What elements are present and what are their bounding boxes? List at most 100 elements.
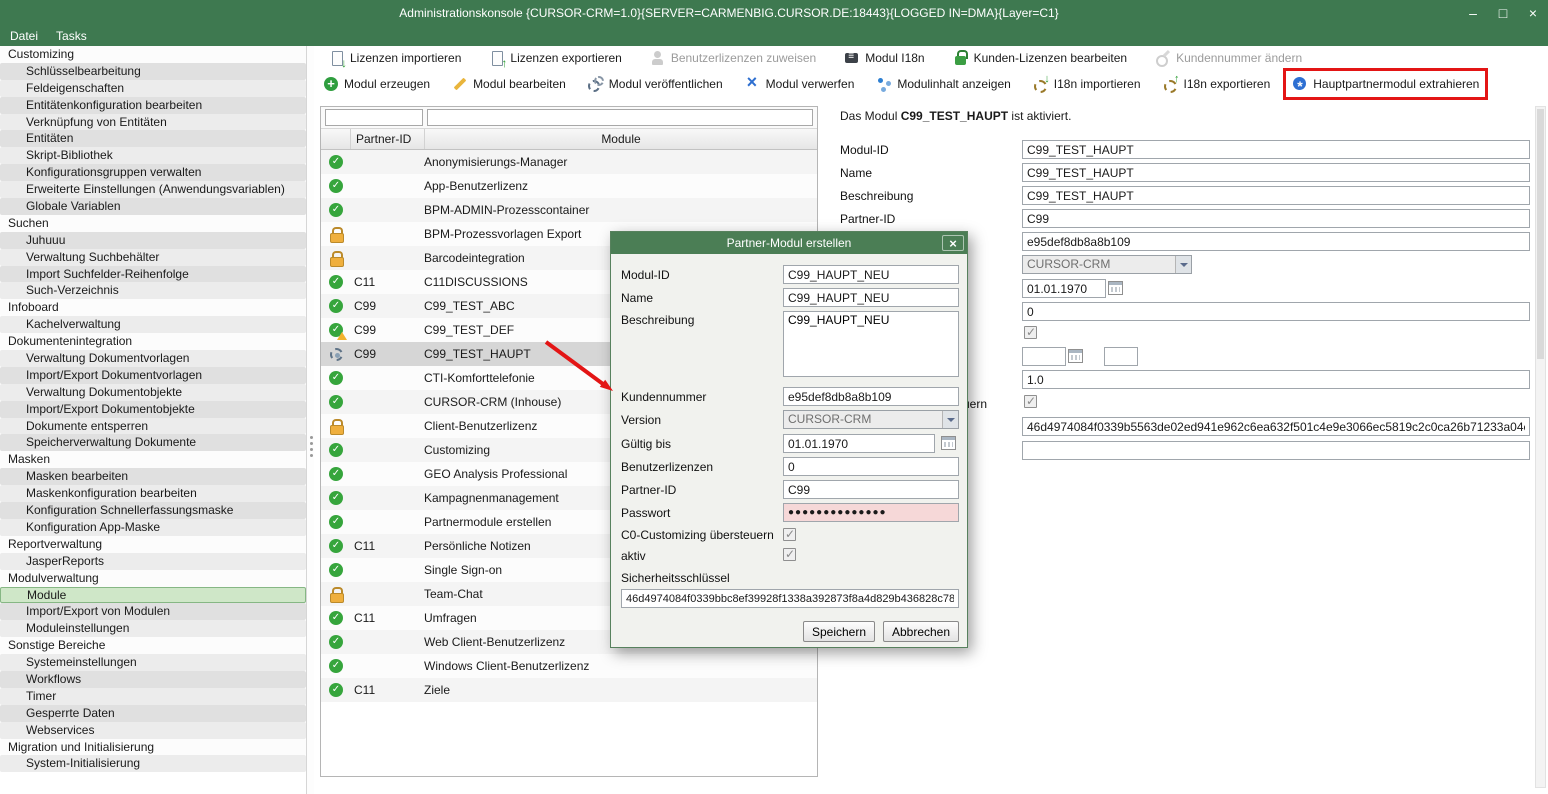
sidebar-item[interactable]: Entitätenkonfiguration bearbeiten [0,97,306,114]
sidebar-item[interactable]: Infoboard [0,299,306,316]
sidebar-item[interactable]: Verwaltung Suchbehälter [0,249,306,266]
sidebar-item[interactable]: Feldeigenschaften [0,80,306,97]
abbrechen-button[interactable]: Abbrechen [883,621,959,642]
sidebar-item[interactable]: Webservices [0,722,306,739]
sidebar-item[interactable]: Moduleinstellungen [0,620,306,637]
table-row[interactable]: App-Benutzerlizenz [321,174,817,198]
scrollbar-thumb[interactable] [1537,109,1544,359]
toolbar-button[interactable]: I18n importieren [1030,74,1144,94]
partner-id-field[interactable] [1022,209,1530,228]
dialog-kundennummer-input[interactable] [783,387,959,406]
sidebar-item[interactable]: Speicherverwaltung Dokumente [0,434,306,451]
sidebar-item[interactable]: Konfigurationsgruppen verwalten [0,164,306,181]
table-row[interactable]: BPM-ADMIN-Prozesscontainer [321,198,817,222]
sidebar-item[interactable]: Masken [0,451,306,468]
detail-small-field[interactable] [1104,347,1138,366]
sidebar-item[interactable]: System-Initialisierung [0,755,306,772]
sidebar-item[interactable]: Import Suchfelder-Reihenfolge [0,266,306,283]
menu-item[interactable]: Tasks [56,29,87,43]
sidebar-item[interactable]: Verwaltung Dokumentobjekte [0,384,306,401]
dialog-gueltig-bis-input[interactable] [783,434,935,453]
toolbar-button[interactable]: Modul I18n [841,48,927,68]
minimize-icon[interactable]: – [1458,0,1488,26]
sidebar-item[interactable]: Systemeinstellungen [0,654,306,671]
sidebar-item[interactable]: Entitäten [0,130,306,147]
sidebar-item[interactable]: Module [0,587,306,604]
dialog-sicherheitsschluessel-input[interactable] [621,589,959,608]
sidebar-item[interactable]: Konfiguration Schnellerfassungsmaske [0,502,306,519]
splitter-handle[interactable] [306,46,314,794]
sidebar-item[interactable]: Verknüpfung von Entitäten [0,114,306,131]
sidebar-item[interactable]: Import/Export Dokumentobjekte [0,401,306,418]
sidebar-item[interactable]: Dokumentenintegration [0,333,306,350]
sidebar-item[interactable]: Verwaltung Dokumentvorlagen [0,350,306,367]
sidebar-item[interactable]: Erweiterte Einstellungen (Anwendungsvari… [0,181,306,198]
partner-filter-input[interactable] [325,109,423,126]
detail-empty-field[interactable] [1022,441,1530,460]
detail-scrollbar[interactable] [1535,106,1546,788]
sidebar-item[interactable]: Globale Variablen [0,198,306,215]
maximize-icon[interactable]: □ [1488,0,1518,26]
sidebar-item[interactable]: Schlüsselbearbeitung [0,63,306,80]
toolbar-button[interactable]: Lizenzen importieren [326,48,464,68]
toolbar-button[interactable]: Kunden-Lizenzen bearbeiten [950,48,1130,68]
toolbar-button[interactable]: Modul verwerfen [742,74,858,94]
benutzerlizenzen-field[interactable] [1022,302,1530,321]
modul-id-field[interactable] [1022,140,1530,159]
sidebar-item[interactable]: Such-Verzeichnis [0,282,306,299]
sidebar-item[interactable]: Sonstige Bereiche [0,637,306,654]
sidebar-item[interactable]: Maskenkonfiguration bearbeiten [0,485,306,502]
toolbar-button[interactable]: Modul erzeugen [320,74,433,94]
toolbar-button[interactable]: Modul veröffentlichen [585,74,726,94]
release-field[interactable] [1022,370,1530,389]
kundennummer-field[interactable] [1022,232,1530,251]
sidebar-item[interactable]: Modulverwaltung [0,570,306,587]
toolbar-button[interactable]: Modulinhalt anzeigen [873,74,1013,94]
sidebar-item[interactable]: Migration und Initialisierung [0,739,306,756]
calendar-icon[interactable] [941,436,956,450]
sidebar-item[interactable]: Workflows [0,671,306,688]
sidebar-item[interactable]: Masken bearbeiten [0,468,306,485]
dialog-passwort-input[interactable] [783,503,959,522]
partner-column-header[interactable]: Partner-ID [351,129,425,149]
toolbar-button[interactable]: Modul bearbeiten [449,74,569,94]
sidebar-item[interactable]: Dokumente entsperren [0,418,306,435]
sidebar-item[interactable]: JasperReports [0,553,306,570]
sidebar-item[interactable]: Skript-Bibliothek [0,147,306,164]
module-filter-input[interactable] [427,109,813,126]
sidebar-item[interactable]: Customizing [0,46,306,63]
dialog-name-input[interactable] [783,288,959,307]
beschreibung-field[interactable] [1022,186,1530,205]
detail-date-field[interactable] [1022,347,1066,366]
sidebar-item[interactable]: Suchen [0,215,306,232]
calendar-icon[interactable] [1068,349,1083,363]
sidebar-item[interactable]: Import/Export Dokumentvorlagen [0,367,306,384]
close-icon[interactable]: × [1518,0,1548,26]
table-row[interactable]: Windows Client-Benutzerlizenz [321,654,817,678]
dialog-modul-id-input[interactable] [783,265,959,284]
dialog-beschreibung-textarea[interactable]: C99_HAUPT_NEU [783,311,959,377]
sidebar-item[interactable]: Konfiguration App-Maske [0,519,306,536]
toolbar-button[interactable]: Hauptpartnermodul extrahieren [1289,74,1482,94]
dialog-benutzerlizenzen-input[interactable] [783,457,959,476]
table-row[interactable]: C11 Ziele [321,678,817,702]
dialog-close-icon[interactable]: × [942,235,964,251]
sidebar-item[interactable]: Reportverwaltung [0,536,306,553]
sidebar-item[interactable]: Import/Export von Modulen [0,603,306,620]
name-field[interactable] [1022,163,1530,182]
menu-item[interactable]: Datei [10,29,38,43]
gueltig-bis-field[interactable] [1022,279,1106,298]
speichern-button[interactable]: Speichern [803,621,875,642]
sidebar-item[interactable]: Juhuuu [0,232,306,249]
module-content-view-icon [876,76,892,92]
dialog-partner-id-input[interactable] [783,480,959,499]
calendar-icon[interactable] [1108,281,1123,295]
sicherheitsschluessel-field[interactable] [1022,417,1530,436]
toolbar-button[interactable]: Lizenzen exportieren [486,48,624,68]
toolbar-button[interactable]: I18n exportieren [1160,74,1274,94]
table-row[interactable]: Anonymisierungs-Manager [321,150,817,174]
sidebar-item[interactable]: Timer [0,688,306,705]
sidebar-item[interactable]: Gesperrte Daten [0,705,306,722]
module-column-header[interactable]: Module [425,132,817,146]
sidebar-item[interactable]: Kachelverwaltung [0,316,306,333]
